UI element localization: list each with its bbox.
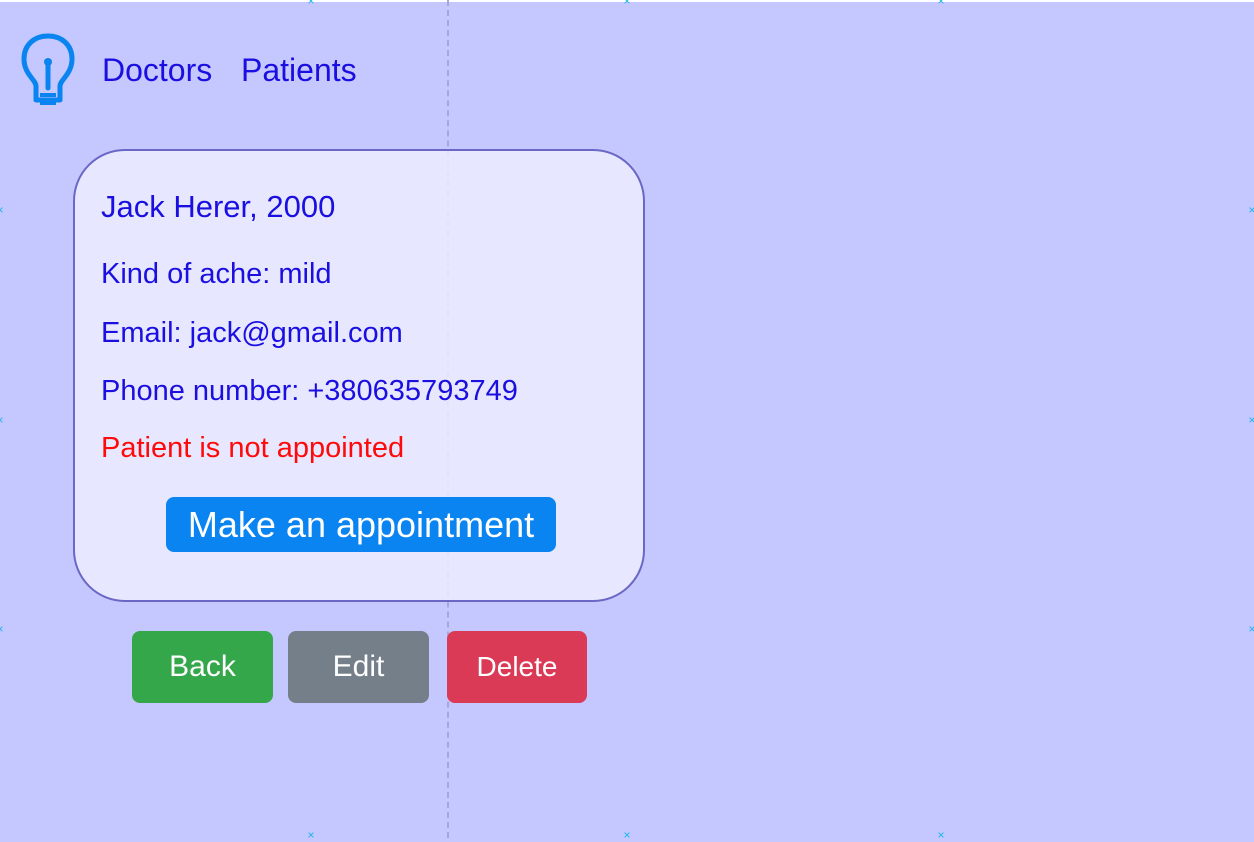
resize-handle-marker: ×: [937, 0, 945, 8]
resize-handle-marker: ×: [1248, 203, 1254, 217]
resize-handle-marker: ×: [0, 204, 5, 216]
nav-link-doctors[interactable]: Doctors: [102, 52, 212, 89]
ache-kind: Kind of ache: mild: [101, 258, 332, 290]
home-logo-link[interactable]: [20, 32, 76, 108]
resize-handle-marker: ×: [623, 828, 631, 842]
nav-link-patients[interactable]: Patients: [241, 52, 357, 89]
resize-handle-marker: ×: [307, 828, 315, 842]
patient-name: Jack Herer, 2000: [101, 189, 336, 224]
resize-handle-marker: ×: [0, 623, 5, 635]
delete-button[interactable]: Delete: [447, 631, 587, 703]
resize-handle-marker: ×: [1248, 413, 1254, 427]
patient-email: Email: jack@gmail.com: [101, 317, 403, 349]
resize-handle-marker: ×: [623, 0, 631, 8]
make-appointment-button[interactable]: Make an appointment: [166, 497, 556, 552]
resize-handle-marker: ×: [1248, 622, 1254, 636]
patient-phone: Phone number: +380635793749: [101, 375, 518, 407]
resize-handle-marker: ×: [937, 828, 945, 842]
resize-handle-marker: ×: [0, 414, 5, 426]
patient-card: Jack Herer, 2000 Kind of ache: mild Emai…: [73, 149, 645, 602]
back-button[interactable]: Back: [132, 631, 273, 703]
lightbulb-icon: [21, 33, 75, 105]
appointment-status: Patient is not appointed: [101, 432, 405, 464]
navbar: Doctors Patients: [0, 0, 600, 140]
edit-button[interactable]: Edit: [288, 631, 429, 703]
